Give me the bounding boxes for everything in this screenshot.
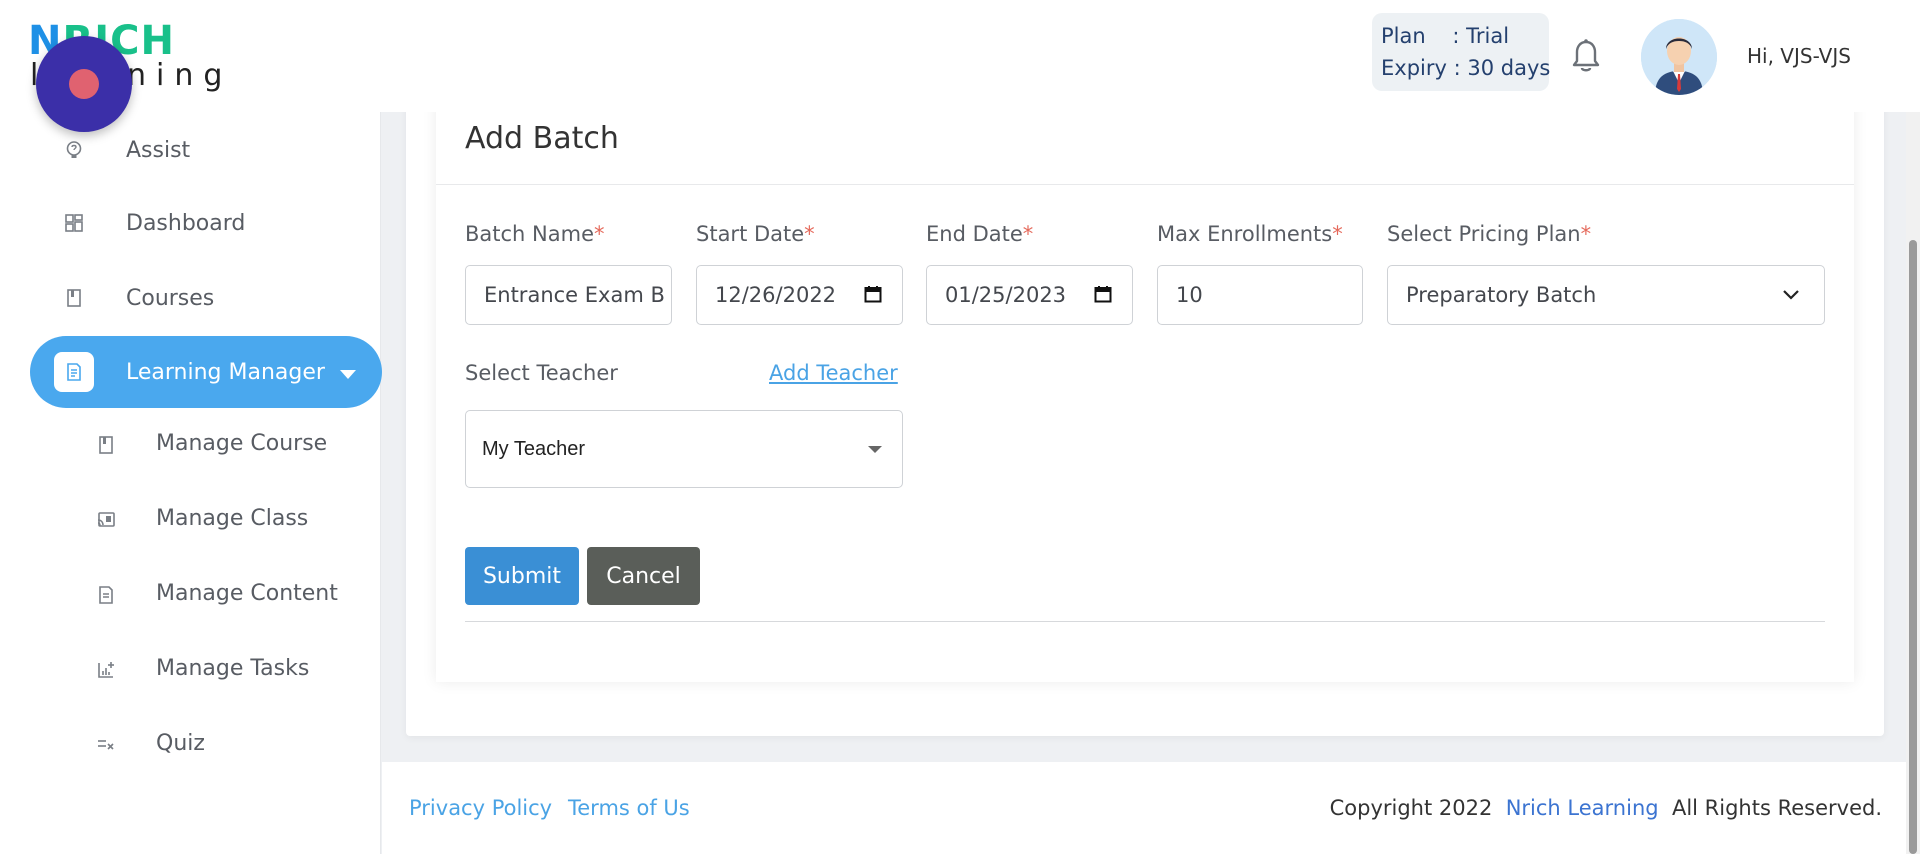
sidebar-subitem-label: Manage Tasks [156,656,310,681]
title-divider [436,184,1854,185]
list-check-icon [98,740,114,750]
sidebar-item-dashboard[interactable]: Dashboard [30,187,382,259]
form-divider [465,621,1825,622]
sidebar-subitem-label: Manage Class [156,506,309,531]
menu-icon-box [54,352,94,392]
page-title: Add Batch [465,121,619,156]
sidebar: Assist Dashboard Courses Learning Manage… [0,112,382,854]
sidebar-item-label: Learning Manager [126,359,325,385]
document-icon [67,363,81,381]
sidebar-item-label: Courses [126,285,215,311]
max-enrollments-value: 10 [1176,283,1203,307]
sidebar-item-label: Assist [126,137,191,163]
cast-icon [97,512,115,527]
page-scrollbar[interactable] [1906,112,1920,854]
pricing-plan-label: Select Pricing Plan* [1387,222,1592,246]
select-teacher-label: Select Teacher [465,361,618,385]
teacher-select[interactable]: My Teacher [465,410,903,488]
sidebar-subitem-quiz[interactable]: Quiz [60,709,380,781]
scrollbar-thumb[interactable] [1909,240,1917,854]
document-icon [99,586,113,604]
user-greeting[interactable]: Hi, VJS-VJS [1747,44,1851,68]
cancel-button[interactable]: Cancel [587,547,700,605]
chevron-down-icon [1783,290,1799,300]
dropdown-arrow-icon [868,446,882,453]
top-header: NRICH learning Plan : Trial Expiry : 30 … [0,0,1920,112]
bell-icon[interactable] [1570,38,1602,74]
max-enrollments-label: Max Enrollments* [1157,222,1343,246]
chart-add-icon [98,662,114,678]
end-date-label: End Date* [926,222,1034,246]
end-date-value: 01/25/2023 [945,283,1067,307]
start-date-value: 12/26/2022 [715,283,837,307]
pricing-plan-value: Preparatory Batch [1406,283,1597,307]
sidebar-subitem-manage-content[interactable]: Manage Content [60,559,380,631]
sidebar-subitem-label: Quiz [156,731,205,756]
sidebar-subitem-manage-class[interactable]: Manage Class [60,484,380,556]
plan-info-badge: Plan : Trial Expiry : 30 days [1372,13,1551,91]
calendar-icon[interactable] [1094,285,1112,303]
chevron-down-icon[interactable] [340,370,356,379]
add-teacher-link[interactable]: Add Teacher [769,361,898,385]
batch-name-value: Entrance Exam B [484,283,665,307]
book-icon [99,436,113,454]
batch-name-input[interactable]: Entrance Exam B [465,265,672,325]
batch-name-label: Batch Name* [465,222,605,246]
terms-link[interactable]: Terms of Us [568,796,690,820]
privacy-policy-link[interactable]: Privacy Policy [409,796,552,820]
start-date-input[interactable]: 12/26/2022 [696,265,903,325]
pricing-plan-select[interactable]: Preparatory Batch [1387,265,1825,325]
dashboard-grid-icon [65,214,83,232]
sidebar-subitem-manage-tasks[interactable]: Manage Tasks [60,634,380,706]
sidebar-subitem-label: Manage Course [156,431,328,456]
book-icon [67,289,81,307]
sidebar-subitem-manage-course[interactable]: Manage Course [60,409,380,481]
calendar-icon[interactable] [864,285,882,303]
page-footer: Privacy Policy Terms of Us Copyright 202… [382,762,1920,854]
sidebar-item-label: Dashboard [126,210,246,236]
submit-button[interactable]: Submit [465,547,579,605]
help-bulb-icon [66,141,82,158]
expiry-text: Expiry : 30 days [1381,56,1551,80]
sidebar-subitem-label: Manage Content [156,581,338,606]
start-date-label: Start Date* [696,222,815,246]
copyright-text: Copyright 2022 Nrich Learning All Rights… [1329,796,1882,820]
record-dot-icon [69,69,99,99]
teacher-select-value: My Teacher [482,438,586,460]
sidebar-item-learning-manager[interactable]: Learning Manager [30,336,382,408]
plan-text: Plan : Trial [1381,24,1510,48]
assistant-floating-button[interactable] [36,36,132,132]
user-avatar[interactable] [1641,19,1717,95]
end-date-input[interactable]: 01/25/2023 [926,265,1133,325]
max-enrollments-input[interactable]: 10 [1157,265,1363,325]
sidebar-item-courses[interactable]: Courses [30,262,382,334]
brand-link[interactable]: Nrich Learning [1506,796,1659,820]
